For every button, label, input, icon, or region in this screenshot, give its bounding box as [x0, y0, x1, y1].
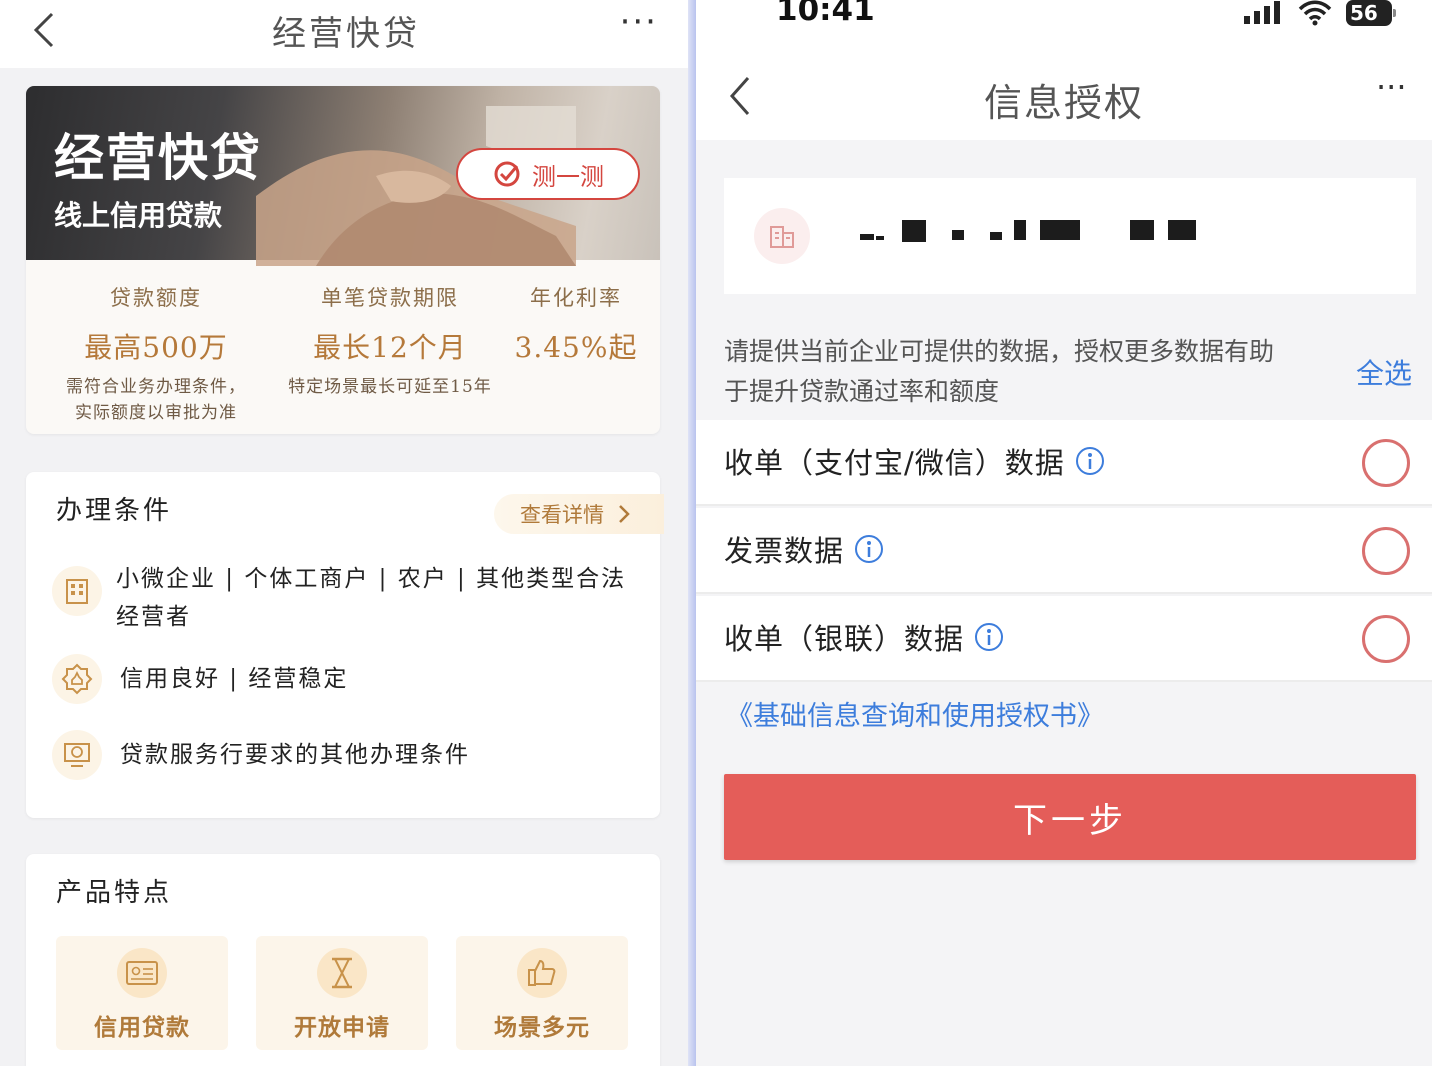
option-label: 收单（支付宝/微信）数据 — [724, 446, 1065, 480]
status-icons: 56 — [1244, 0, 1396, 26]
page-title: 经营快贷 — [272, 14, 420, 54]
feature-credit-loan[interactable]: 信用贷款 — [56, 936, 228, 1050]
conditions-card: 办理条件 查看详情 小微企业 | 个体工商户 | 农户 | 其他类型合法经营者 — [26, 472, 664, 818]
info-icon[interactable] — [1075, 446, 1105, 476]
view-details-label: 查看详情 — [520, 503, 604, 527]
feature-label: 信用贷款 — [94, 1015, 190, 1041]
building-icon — [52, 566, 102, 616]
metric-label: 贷款额度 — [110, 286, 202, 310]
feature-open-application[interactable]: 开放申请 — [256, 936, 428, 1050]
hourglass-icon — [317, 948, 367, 998]
more-menu-icon[interactable]: ··· — [620, 2, 658, 42]
features-title: 产品特点 — [56, 878, 173, 908]
product-hero-card: 经营快贷 线上信用贷款 测一测 贷款额度 最高500万 需符合业务办理条件， 实… — [26, 86, 660, 434]
metric-loan-amount: 贷款额度 最高500万 需符合业务办理条件， 实际额度以审批为准 — [46, 282, 266, 426]
info-icon[interactable] — [854, 534, 884, 564]
condition-text: 贷款服务行要求的其他办理条件 — [120, 742, 470, 768]
status-time: 10:41 — [776, 0, 875, 28]
metric-note: 特定场景最长可延至15年 — [288, 377, 492, 397]
feature-label: 开放申请 — [294, 1015, 390, 1041]
product-banner: 经营快贷 线上信用贷款 测一测 — [26, 86, 660, 266]
feature-multi-scenario[interactable]: 场景多元 — [456, 936, 628, 1050]
option-radio[interactable] — [1362, 615, 1410, 663]
conditions-title: 办理条件 — [56, 496, 173, 526]
more-menu-icon[interactable]: ··· — [1376, 68, 1407, 106]
metric-label: 年化利率 — [530, 286, 622, 310]
view-details-link[interactable]: 查看详情 — [494, 494, 664, 534]
features-card: 产品特点 信用贷款 开放申请 场景多元 — [26, 854, 660, 1066]
feature-label: 场景多元 — [494, 1015, 590, 1041]
credit-badge-icon — [52, 654, 102, 704]
page-title: 信息授权 — [983, 81, 1144, 125]
panel-divider — [688, 0, 696, 1066]
option-label-row: 发票数据 — [724, 528, 884, 570]
company-card — [724, 178, 1416, 294]
wifi-icon — [1298, 0, 1332, 26]
right-header: 10:41 56 信息授权 ··· — [696, 0, 1432, 140]
option-radio[interactable] — [1362, 527, 1410, 575]
condition-item: 信用良好 | 经营稳定 — [52, 654, 640, 704]
metric-value: 最高500万 — [84, 331, 228, 364]
id-card-icon — [117, 948, 167, 998]
loan-service-icon — [52, 730, 102, 780]
info-authorization-screen: 10:41 56 信息授权 ··· 请提供当前企业可提供的数据，授权更多数据有助… — [696, 0, 1432, 1066]
building-icon — [754, 208, 810, 264]
condition-item: 小微企业 | 个体工商户 | 农户 | 其他类型合法经营者 — [52, 560, 636, 636]
metric-value: 3.45%起 — [514, 331, 638, 364]
option-label: 收单（银联）数据 — [724, 622, 965, 656]
authorization-hint: 请提供当前企业可提供的数据，授权更多数据有助于提升贷款通过率和额度 — [724, 337, 1275, 406]
option-invoice[interactable]: 发票数据 — [696, 508, 1432, 594]
option-label-row: 收单（银联）数据 — [724, 616, 1004, 658]
loan-product-screen: 经营快贷 ··· 经营快贷 线上信用贷款 测一测 贷款额度 最高500万 需符合… — [0, 0, 688, 1066]
signal-icon — [1244, 1, 1280, 24]
banner-title: 经营快贷 — [54, 128, 262, 187]
condition-text: 信用良好 | 经营稳定 — [120, 666, 349, 692]
banner-subtitle: 线上信用贷款 — [54, 199, 223, 232]
left-nav-bar: 经营快贷 ··· — [0, 0, 688, 68]
option-label: 发票数据 — [724, 534, 845, 568]
option-payment-collection[interactable]: 收单（支付宝/微信）数据 — [696, 420, 1432, 506]
metric-value: 最长12个月 — [313, 331, 467, 364]
condition-item: 贷款服务行要求的其他办理条件 — [52, 730, 640, 780]
metric-loan-term: 单笔贷款期限 最长12个月 特定场景最长可延至15年 — [272, 282, 508, 400]
select-all-button[interactable]: 全选 — [1356, 352, 1412, 392]
option-unionpay-collection[interactable]: 收单（银联）数据 — [696, 596, 1432, 682]
authorization-letter-link[interactable]: 《基础信息查询和使用授权书》 — [726, 694, 1104, 733]
option-label-row: 收单（支付宝/微信）数据 — [724, 440, 1105, 482]
chevron-right-icon — [619, 505, 630, 523]
thumbs-up-icon — [517, 948, 567, 998]
test-button-label: 测一测 — [532, 162, 604, 191]
metric-label: 单笔贷款期限 — [321, 286, 459, 310]
metric-interest-rate: 年化利率 3.45%起 — [514, 282, 638, 366]
info-icon[interactable] — [974, 622, 1004, 652]
next-step-button[interactable]: 下一步 — [724, 774, 1416, 860]
option-radio[interactable] — [1362, 439, 1410, 487]
condition-text: 小微企业 | 个体工商户 | 农户 | 其他类型合法经营者 — [116, 566, 627, 630]
metric-note: 需符合业务办理条件， 实际额度以审批为准 — [66, 377, 246, 423]
test-eligibility-button[interactable]: 测一测 — [456, 148, 640, 200]
target-check-icon — [494, 161, 520, 187]
battery-icon: 56 — [1346, 0, 1396, 26]
